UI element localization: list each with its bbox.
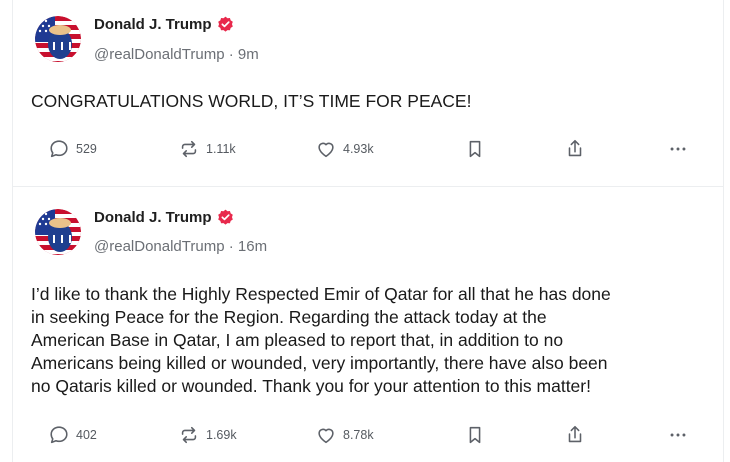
author-name[interactable]: Donald J. Trump: [94, 16, 234, 33]
speech-bubble-icon: [50, 140, 68, 158]
author-handle[interactable]: @realDonaldTrump: [94, 46, 225, 63]
more-options-button[interactable]: [667, 423, 689, 447]
share-button[interactable]: [564, 423, 586, 447]
post-meta: @realDonaldTrump · 16m: [94, 238, 267, 255]
bookmark-icon: [469, 140, 481, 158]
post-actions: 402 1.69k 8.78k: [13, 423, 723, 447]
retruth-button[interactable]: 1.11k: [178, 137, 236, 161]
bookmark-icon: [469, 426, 481, 444]
retruth-count: 1.11k: [206, 142, 236, 156]
reply-button[interactable]: 402: [48, 423, 97, 447]
verified-badge-icon: [217, 209, 233, 225]
heart-icon: [318, 428, 334, 444]
avatar[interactable]: [35, 16, 81, 62]
bookmark-button[interactable]: [464, 423, 486, 447]
like-count: 4.93k: [343, 142, 374, 156]
repost-arrows-icon: [181, 426, 197, 444]
author-name-text: Donald J. Trump: [94, 209, 212, 226]
post-timestamp[interactable]: 9m: [238, 46, 259, 63]
meta-separator: ·: [228, 46, 234, 63]
post-text: CONGRATULATIONS WORLD, IT’S TIME FOR PEA…: [31, 91, 472, 111]
meta-separator: ·: [228, 238, 234, 255]
reply-button[interactable]: 529: [48, 137, 97, 161]
author-name[interactable]: Donald J. Trump: [94, 209, 234, 226]
ellipsis-icon: [670, 147, 686, 151]
more-options-button[interactable]: [667, 137, 689, 161]
speech-bubble-icon: [50, 426, 68, 444]
post-card[interactable]: Donald J. Trump @realDonaldTrump · 9m CO…: [13, 0, 723, 187]
reply-count: 529: [76, 142, 97, 156]
post-meta: @realDonaldTrump · 9m: [94, 46, 259, 63]
reply-count: 402: [76, 428, 97, 442]
retruth-button[interactable]: 1.69k: [178, 423, 237, 447]
post-actions: 529 1.11k 4.93k: [13, 137, 723, 161]
repost-arrows-icon: [181, 140, 197, 158]
retruth-count: 1.69k: [206, 428, 237, 442]
share-button[interactable]: [564, 137, 586, 161]
like-button[interactable]: 8.78k: [315, 423, 374, 447]
post-text: I’d like to thank the Highly Respected E…: [31, 284, 611, 396]
author-handle[interactable]: @realDonaldTrump: [94, 238, 225, 255]
bookmark-button[interactable]: [464, 137, 486, 161]
verified-badge-icon: [217, 16, 233, 32]
like-count: 8.78k: [343, 428, 374, 442]
like-button[interactable]: 4.93k: [315, 137, 374, 161]
heart-icon: [318, 142, 334, 158]
avatar[interactable]: [35, 209, 81, 255]
ellipsis-icon: [670, 433, 686, 437]
post-timestamp[interactable]: 16m: [238, 238, 267, 255]
post-card[interactable]: Donald J. Trump @realDonaldTrump · 16m I…: [13, 187, 723, 462]
author-name-text: Donald J. Trump: [94, 16, 212, 33]
share-upload-icon: [568, 139, 582, 157]
truth-feed: Donald J. Trump @realDonaldTrump · 9m CO…: [12, 0, 724, 462]
share-upload-icon: [568, 425, 582, 443]
